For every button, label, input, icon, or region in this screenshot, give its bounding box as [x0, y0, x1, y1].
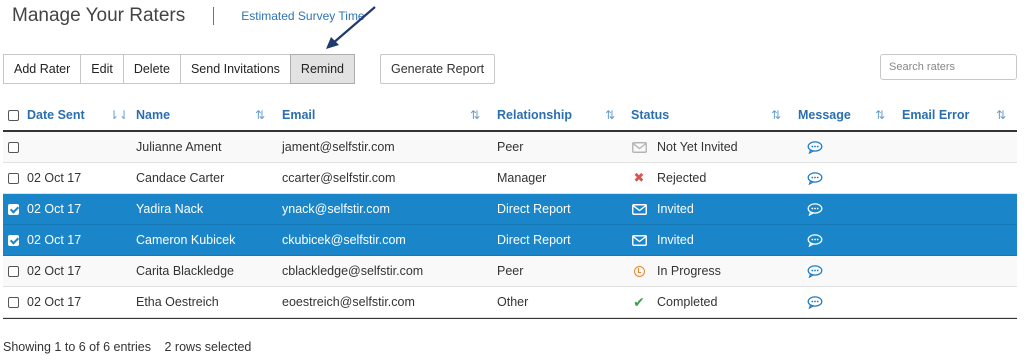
sort-icon[interactable]: ⇅: [771, 100, 781, 130]
status-cell: Invited: [631, 194, 694, 224]
table-row[interactable]: 02 Oct 17 Cameron Kubicek ckubicek@selfsti…: [3, 225, 1017, 256]
status-cell: Not Yet Invited: [631, 132, 738, 162]
message-cell: [807, 194, 823, 224]
column-header-message[interactable]: Message: [798, 100, 851, 130]
table-bottom-border: [3, 318, 1017, 319]
email-cell: ccarter@selfstir.com: [282, 171, 396, 185]
search-input[interactable]: [880, 54, 1017, 80]
message-bubble-icon[interactable]: [807, 171, 823, 185]
date-sent-cell: 02 Oct 17: [27, 171, 82, 185]
sort-icon[interactable]: ⇅: [605, 100, 615, 130]
email-cell: ckubicek@selfstir.com: [282, 233, 406, 247]
remind-button[interactable]: Remind: [289, 54, 355, 84]
status-cell: ✖ Rejected: [631, 163, 707, 193]
row-checkbox[interactable]: [8, 296, 19, 308]
message-cell: [807, 287, 823, 317]
column-header-email-error[interactable]: Email Error: [902, 100, 969, 130]
date-sent-cell: 02 Oct 17: [27, 202, 82, 216]
table-row[interactable]: 02 Oct 17 Yadira Nack ynack@selfstir.com Di…: [3, 194, 1017, 225]
status-label: In Progress: [657, 264, 721, 278]
table-header-row: Date Sent ⇂⇃ Name ⇅ Email ⇅ Relationship…: [3, 100, 1017, 132]
message-bubble-icon[interactable]: [807, 264, 823, 278]
x-icon: ✖: [633, 170, 645, 185]
relationship-cell: Direct Report: [497, 233, 571, 247]
message-cell: [807, 163, 823, 193]
date-sent-cell: 02 Oct 17: [27, 264, 82, 278]
edit-button[interactable]: Edit: [80, 54, 124, 84]
row-checkbox[interactable]: [8, 265, 19, 277]
delete-button[interactable]: Delete: [122, 54, 181, 84]
column-header-date-sent[interactable]: Date Sent: [27, 100, 85, 130]
sort-icon[interactable]: ⇅: [255, 100, 265, 130]
status-label: Invited: [657, 233, 694, 247]
page-title: Manage Your Raters: [12, 5, 186, 26]
envelope-grey-icon: [631, 141, 647, 153]
rater-name-cell: Carita Blackledge: [136, 264, 234, 278]
raters-table: Date Sent ⇂⇃ Name ⇅ Email ⇅ Relationship…: [3, 100, 1017, 318]
envelope-icon: [631, 203, 647, 215]
row-checkbox[interactable]: [8, 234, 19, 246]
table-row[interactable]: Julianne Ament jament@selfstir.com Peer Not…: [3, 132, 1017, 163]
status-label: Not Yet Invited: [657, 140, 738, 154]
header-divider: [213, 7, 215, 25]
rater-name-cell: Candace Carter: [136, 171, 225, 185]
rater-name-cell: Yadira Nack: [136, 202, 204, 216]
sort-desc-icon[interactable]: ⇂⇃: [109, 100, 129, 130]
row-checkbox[interactable]: [8, 172, 19, 184]
message-cell: [807, 256, 823, 286]
table-row[interactable]: 02 Oct 17 Carita Blackledge cblackledge@se…: [3, 256, 1017, 287]
selection-info: 2 rows selected: [164, 340, 252, 354]
relationship-cell: Peer: [497, 140, 524, 154]
email-cell: jament@selfstir.com: [282, 140, 395, 154]
email-cell: cblackledge@selfstir.com: [282, 264, 424, 278]
add-rater-button[interactable]: Add Rater: [3, 54, 82, 84]
envelope-icon: [631, 234, 647, 246]
toolbar: Add Rater Edit Delete Send Invitations R…: [3, 54, 355, 84]
column-header-name[interactable]: Name: [136, 100, 170, 130]
send-invitations-button[interactable]: Send Invitations: [179, 54, 291, 84]
email-cell: ynack@selfstir.com: [282, 202, 390, 216]
sort-icon[interactable]: ⇅: [470, 100, 480, 130]
rater-name-cell: Julianne Ament: [136, 140, 222, 154]
row-checkbox[interactable]: [8, 141, 19, 153]
table-footer: Showing 1 to 6 of 6 entries 2 rows selec…: [3, 340, 251, 354]
sort-icon[interactable]: ⇅: [996, 100, 1006, 130]
date-sent-cell: 02 Oct 17: [27, 233, 82, 247]
entries-info: Showing 1 to 6 of 6 entries: [3, 340, 152, 354]
sort-icon[interactable]: ⇅: [875, 100, 885, 130]
date-sent-cell: 02 Oct 17: [27, 295, 82, 309]
clock-icon: [631, 265, 647, 277]
status-label: Rejected: [657, 171, 707, 185]
rater-name-cell: Etha Oestreich: [136, 295, 219, 309]
status-cell: Invited: [631, 225, 694, 255]
status-label: Invited: [657, 202, 694, 216]
annotation-arrow: [326, 6, 376, 49]
message-bubble-icon[interactable]: [807, 233, 823, 247]
select-all-checkbox[interactable]: [8, 109, 19, 121]
check-icon: ✔: [633, 293, 645, 310]
rater-name-cell: Cameron Kubicek: [136, 233, 236, 247]
column-header-relationship[interactable]: Relationship: [497, 100, 572, 130]
column-header-status[interactable]: Status: [631, 100, 669, 130]
relationship-cell: Peer: [497, 264, 524, 278]
table-row[interactable]: 02 Oct 17 Candace Carter ccarter@selfstir.…: [3, 163, 1017, 194]
message-cell: [807, 132, 823, 162]
status-cell: In Progress: [631, 256, 721, 286]
page-header: Manage Your Raters Estimated Survey Time: [12, 4, 365, 28]
message-bubble-icon[interactable]: [807, 295, 823, 309]
column-header-email[interactable]: Email: [282, 100, 315, 130]
message-bubble-icon[interactable]: [807, 140, 823, 154]
relationship-cell: Manager: [497, 171, 547, 185]
table-row[interactable]: 02 Oct 17 Etha Oestreich eoestreich@selfst…: [3, 287, 1017, 318]
relationship-cell: Other: [497, 295, 529, 309]
relationship-cell: Direct Report: [497, 202, 571, 216]
message-bubble-icon[interactable]: [807, 202, 823, 216]
generate-report-button[interactable]: Generate Report: [380, 54, 496, 84]
email-cell: eoestreich@selfstir.com: [282, 295, 415, 309]
status-label: Completed: [657, 295, 718, 309]
message-cell: [807, 225, 823, 255]
status-cell: ✔ Completed: [631, 287, 717, 317]
row-checkbox[interactable]: [8, 203, 19, 215]
